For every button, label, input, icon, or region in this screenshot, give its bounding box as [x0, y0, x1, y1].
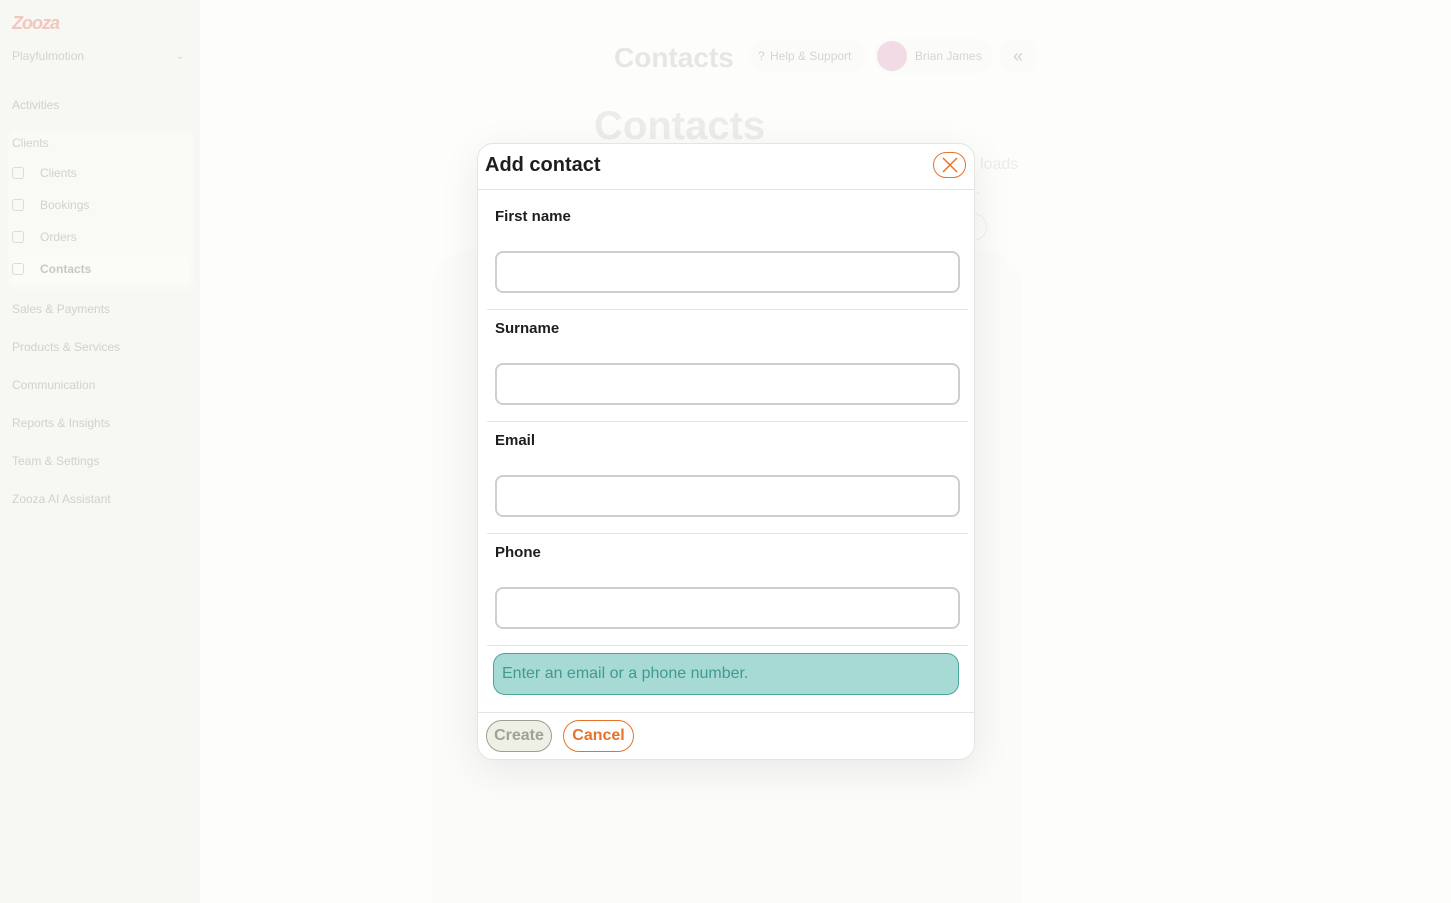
nav-communication[interactable]: Communication — [12, 378, 95, 392]
help-icon: ? — [758, 49, 765, 63]
collapse-icon[interactable]: « — [1000, 40, 1036, 72]
background-text: loads — [980, 156, 1019, 173]
sidebar-item-bookings[interactable]: Bookings — [12, 192, 190, 220]
divider — [487, 533, 968, 534]
phone-field[interactable] — [495, 587, 960, 629]
close-button[interactable] — [933, 152, 966, 178]
nav-activities[interactable]: Activities — [12, 98, 59, 112]
avatar — [877, 41, 907, 71]
close-icon — [942, 157, 958, 173]
nav-reports-insights[interactable]: Reports & Insights — [12, 416, 110, 430]
chevron-down-icon[interactable]: ⌄ — [176, 51, 184, 62]
nav-products-services[interactable]: Products & Services — [12, 340, 120, 354]
background-text: . — [976, 181, 981, 198]
sidebar-item-clients[interactable]: Clients — [12, 160, 190, 188]
clients-icon — [12, 167, 24, 179]
nav-sales-payments[interactable]: Sales & Payments — [12, 302, 110, 316]
divider — [478, 189, 974, 190]
surname-field[interactable] — [495, 363, 960, 405]
divider — [487, 309, 968, 310]
org-selector[interactable]: Playfulmotion — [12, 49, 84, 63]
sidebar-item-label: Orders — [40, 230, 77, 244]
header-title: Contacts — [614, 42, 734, 73]
nav-ai-assistant[interactable]: Zooza AI Assistant — [12, 492, 111, 506]
help-support-button[interactable]: ? Help & Support — [750, 40, 866, 72]
create-button[interactable]: Create — [486, 720, 552, 752]
sidebar: Zooza Playfulmotion ⌄ Activities Clients… — [0, 0, 200, 903]
user-menu-button[interactable]: Brian James — [874, 38, 992, 74]
help-support-label: Help & Support — [770, 49, 852, 63]
nav-team-settings[interactable]: Team & Settings — [12, 454, 99, 468]
divider — [478, 712, 974, 713]
dialog-title: Add contact — [485, 154, 601, 176]
email-field[interactable] — [495, 475, 960, 517]
sidebar-item-label: Bookings — [40, 198, 90, 212]
surname-label: Surname — [495, 320, 560, 337]
first-name-field[interactable] — [495, 251, 960, 293]
divider — [487, 421, 968, 422]
bookings-icon — [12, 199, 24, 211]
first-name-label: First name — [495, 208, 571, 225]
divider — [487, 645, 968, 646]
validation-hint: Enter an email or a phone number. — [493, 653, 959, 695]
email-label: Email — [495, 432, 536, 449]
user-name: Brian James — [915, 49, 982, 63]
sidebar-item-label: Clients — [40, 166, 77, 180]
app-logo[interactable]: Zooza — [12, 13, 60, 34]
contacts-icon — [12, 263, 24, 275]
sidebar-item-orders[interactable]: Orders — [12, 224, 190, 252]
nav-clients-group[interactable]: Clients — [12, 136, 49, 150]
sidebar-item-label: Contacts — [40, 262, 92, 276]
phone-label: Phone — [495, 544, 541, 561]
add-contact-dialog: Add contact First name Surname Email Pho… — [477, 143, 975, 760]
cancel-button[interactable]: Cancel — [563, 720, 634, 752]
sidebar-item-contacts[interactable]: Contacts — [12, 256, 190, 284]
orders-icon — [12, 231, 24, 243]
